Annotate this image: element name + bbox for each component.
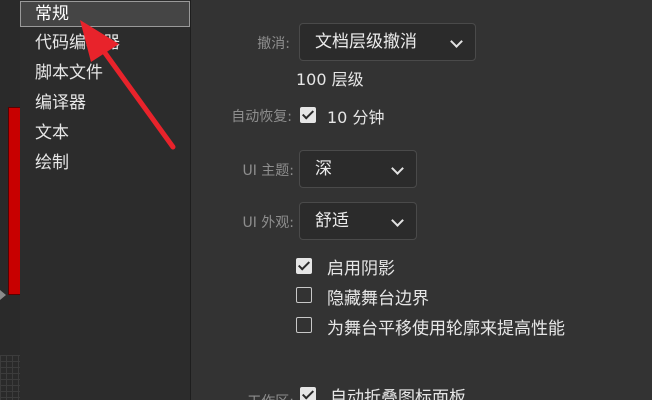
- hide-stage-border-label: 隐藏舞台边界: [327, 289, 429, 309]
- chevron-down-icon: [450, 35, 463, 48]
- ui-appearance-label: UI 外观:: [242, 215, 294, 231]
- outline-pan-checkbox[interactable]: [296, 317, 312, 333]
- category-compiler[interactable]: 编译器: [20, 90, 190, 116]
- category-text[interactable]: 文本: [20, 120, 190, 146]
- hide-stage-border-checkbox[interactable]: [296, 287, 312, 303]
- enable-shadow-checkbox[interactable]: [296, 258, 312, 274]
- ui-appearance-select[interactable]: 舒适: [299, 202, 417, 240]
- ui-theme-label: UI 主题:: [242, 163, 294, 179]
- enable-shadow-label: 启用阴影: [327, 259, 395, 279]
- ui-appearance-value: 舒适: [315, 211, 349, 231]
- canvas-grid: [0, 355, 20, 400]
- undo-levels-value[interactable]: 100 层级: [296, 66, 364, 90]
- category-script-files[interactable]: 脚本文件: [20, 60, 190, 86]
- auto-collapse-panels-checkbox[interactable]: [300, 387, 316, 400]
- ui-theme-value: 深: [315, 159, 332, 179]
- category-drawing[interactable]: 绘制: [20, 150, 190, 176]
- undo-mode-value: 文档层级撤消: [315, 32, 417, 52]
- chevron-down-icon: [391, 162, 404, 175]
- outline-pan-label: 为舞台平移使用轮廓来提高性能: [327, 319, 565, 339]
- auto-recover-label: 自动恢复:: [231, 109, 292, 125]
- preferences-category-list: 常规 代码编辑器 脚本文件 编译器 文本 绘制: [20, 0, 191, 400]
- canvas-edge: [0, 0, 22, 400]
- chevron-down-icon: [391, 214, 404, 227]
- ui-theme-select[interactable]: 深: [299, 150, 417, 188]
- undo-label: 撤消:: [257, 36, 290, 52]
- auto-recover-checkbox[interactable]: [300, 107, 316, 123]
- undo-mode-select[interactable]: 文档层级撤消: [299, 23, 476, 61]
- workspace-label: 工作区:: [210, 391, 294, 400]
- category-code-editor[interactable]: 代码编辑器: [20, 30, 190, 56]
- category-general[interactable]: 常规: [20, 1, 190, 27]
- auto-collapse-panels-label: 自动折叠图标面板: [330, 388, 466, 400]
- auto-recover-interval[interactable]: 10 分钟: [327, 104, 384, 128]
- canvas-arrow-marker: [0, 290, 6, 300]
